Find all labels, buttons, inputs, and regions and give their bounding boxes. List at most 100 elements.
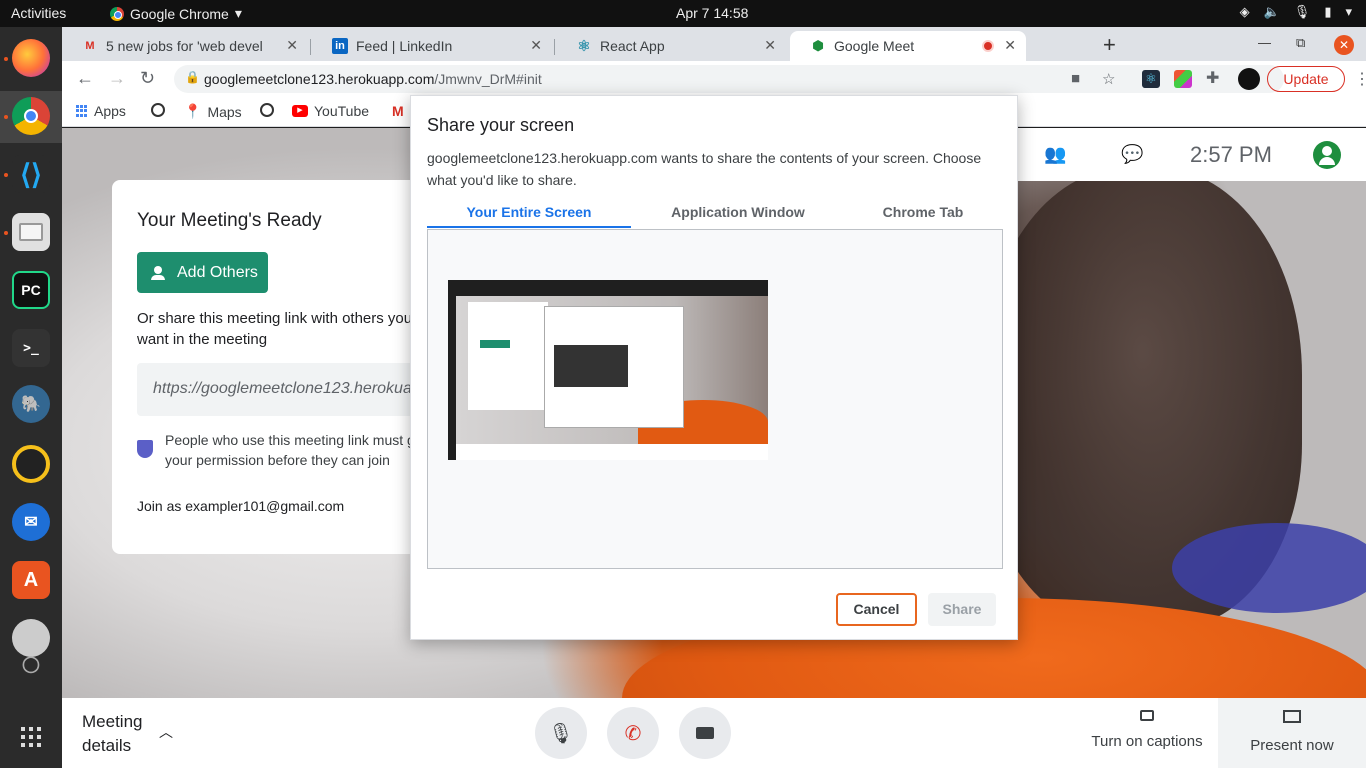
tab-entire-screen[interactable]: Your Entire Screen bbox=[427, 204, 631, 220]
camera-feed-collar bbox=[1172, 523, 1366, 613]
terminal-icon[interactable]: >_ bbox=[12, 329, 50, 367]
close-tab-icon[interactable]: ✕ bbox=[530, 37, 542, 54]
app-menu[interactable]: Google Chrome ▾ bbox=[110, 5, 242, 22]
browser-toolbar: ← → ↻ 🔒 googlemeetclone123.herokuapp.com… bbox=[62, 61, 1366, 97]
microphone-button[interactable]: 🎙 bbox=[535, 707, 587, 759]
captions-label: Turn on captions bbox=[1091, 733, 1203, 750]
profile-avatar[interactable] bbox=[1238, 68, 1260, 90]
volume-icon: 🔈 bbox=[1263, 4, 1280, 19]
gmail-icon: M bbox=[85, 40, 95, 52]
clock[interactable]: Apr 7 14:58 bbox=[676, 5, 748, 21]
files-icon[interactable] bbox=[12, 213, 50, 251]
tab-linkedin[interactable]: in Feed | LinkedIn ✕ bbox=[312, 31, 552, 61]
chrome-icon bbox=[110, 6, 124, 21]
system-tray[interactable]: ◈ 🔈 🎙 ▮ ▾ bbox=[1240, 4, 1352, 20]
close-tab-icon[interactable]: ✕ bbox=[286, 37, 298, 54]
vscode-icon[interactable]: ⟨⟩ bbox=[12, 155, 50, 193]
close-tab-icon[interactable]: ✕ bbox=[1004, 37, 1016, 54]
tab-google-meet[interactable]: ⬢ Google Meet ✕ bbox=[790, 31, 1026, 61]
running-indicator bbox=[4, 115, 8, 119]
url-text: googlemeetclone123.herokuapp.com/Jmwnv_D… bbox=[204, 71, 542, 87]
lock-icon: 🔒 bbox=[185, 70, 200, 84]
phone-hangup-icon: ✆ bbox=[624, 722, 642, 745]
bookmark-gmail[interactable]: M bbox=[392, 103, 404, 119]
chevron-up-icon[interactable]: ︿ bbox=[159, 722, 173, 742]
running-indicator bbox=[4, 173, 8, 177]
rhythmbox-icon[interactable] bbox=[12, 445, 50, 483]
tab-react-app[interactable]: ⚛ React App ✕ bbox=[556, 31, 786, 61]
reload-button[interactable]: ↻ bbox=[140, 68, 155, 89]
microphone-icon: 🎙 bbox=[548, 722, 574, 745]
bookmark-globe-2[interactable] bbox=[260, 103, 274, 117]
maximize-icon[interactable]: ⧉ bbox=[1296, 35, 1305, 51]
present-now-button[interactable]: Present now bbox=[1218, 698, 1366, 768]
share-button[interactable]: Share bbox=[928, 593, 996, 626]
chat-icon[interactable]: 💬 bbox=[1121, 144, 1143, 165]
running-indicator bbox=[4, 57, 8, 61]
close-tab-icon[interactable]: ✕ bbox=[764, 37, 776, 54]
trash-icon[interactable]: ◯ bbox=[12, 649, 50, 679]
bookmark-label: Apps bbox=[94, 103, 126, 119]
share-instructions: Or share this meeting link with others y… bbox=[137, 310, 413, 348]
youtube-icon: ▶ bbox=[292, 105, 308, 117]
shield-icon bbox=[137, 440, 153, 458]
extensions-icon[interactable]: ✚ bbox=[1206, 70, 1224, 88]
meet-top-bar: 👥 💬 2:57 PM bbox=[1018, 128, 1366, 181]
color-extension-icon[interactable] bbox=[1174, 70, 1192, 88]
system-top-bar: Activities Google Chrome ▾ Apr 7 14:58 ◈… bbox=[0, 0, 1366, 27]
tab-title: React App bbox=[600, 38, 665, 54]
globe-icon bbox=[260, 103, 274, 117]
caret-down-icon: ▾ bbox=[234, 5, 242, 21]
pycharm-icon[interactable]: PC bbox=[12, 271, 50, 309]
back-button[interactable]: ← bbox=[76, 68, 94, 89]
gmail-icon: M bbox=[392, 103, 404, 119]
bookmark-apps[interactable]: Apps bbox=[76, 103, 126, 119]
forward-button[interactable]: → bbox=[108, 68, 126, 89]
new-tab-button[interactable]: + bbox=[1103, 32, 1116, 58]
minimize-icon[interactable]: — bbox=[1258, 35, 1271, 50]
activities-button[interactable]: Activities bbox=[11, 5, 66, 21]
camera-icon[interactable]: ■ bbox=[1071, 70, 1080, 87]
globe-icon bbox=[151, 103, 165, 117]
firefox-icon[interactable] bbox=[12, 39, 50, 77]
user-avatar-icon[interactable] bbox=[1313, 141, 1341, 169]
add-others-button[interactable]: Add Others bbox=[137, 252, 268, 293]
entire-screen-thumbnail[interactable] bbox=[448, 280, 768, 460]
bookmark-globe[interactable] bbox=[151, 103, 165, 117]
meeting-details-button[interactable]: Meeting details bbox=[82, 710, 152, 758]
tab-chrome-tab[interactable]: Chrome Tab bbox=[839, 204, 1007, 220]
update-button[interactable]: Update bbox=[1267, 66, 1345, 92]
postgres-icon[interactable]: 🐘 bbox=[12, 385, 50, 423]
address-bar[interactable]: 🔒 googlemeetclone123.herokuapp.com/Jmwnv… bbox=[174, 65, 1284, 93]
linkedin-icon: in bbox=[332, 38, 348, 54]
close-window-button[interactable]: ✕ bbox=[1334, 35, 1354, 55]
bookmark-maps[interactable]: 📍 Maps bbox=[184, 103, 242, 120]
meet-bottom-bar: Meeting details ︿ 🎙 ✆ Turn on captions P… bbox=[62, 698, 1366, 768]
running-indicator bbox=[4, 231, 8, 235]
cancel-button[interactable]: Cancel bbox=[836, 593, 917, 626]
chrome-icon[interactable] bbox=[12, 97, 50, 135]
app-menu-label: Google Chrome bbox=[130, 5, 229, 22]
wifi-icon: ◈ bbox=[1239, 4, 1250, 19]
bookmark-youtube[interactable]: ▶ YouTube bbox=[292, 103, 369, 119]
video-camera-icon bbox=[696, 727, 714, 739]
people-icon[interactable]: 👥 bbox=[1044, 144, 1066, 165]
tab-application-window[interactable]: Application Window bbox=[639, 204, 837, 220]
apps-grid-icon bbox=[76, 105, 88, 117]
more-menu-icon[interactable]: ⋮ bbox=[1354, 69, 1366, 89]
tab-divider bbox=[554, 39, 555, 55]
bookmark-label: Maps bbox=[207, 103, 242, 120]
bookmark-star-icon[interactable]: ☆ bbox=[1102, 70, 1115, 88]
mic-icon: 🎙 bbox=[1293, 4, 1311, 19]
software-icon[interactable]: A bbox=[12, 561, 50, 599]
captions-button[interactable]: Turn on captions bbox=[1090, 710, 1204, 750]
permission-note: People who use this meeting link must ge… bbox=[137, 430, 437, 470]
tab-gmail[interactable]: M 5 new jobs for 'web devel ✕ bbox=[62, 31, 308, 61]
react-devtools-icon[interactable]: ⚛ bbox=[1142, 70, 1160, 88]
show-apps-icon[interactable] bbox=[21, 727, 41, 747]
permission-text: People who use this meeting link must ge… bbox=[165, 432, 427, 468]
camera-button[interactable] bbox=[679, 707, 731, 759]
tab-divider bbox=[310, 39, 311, 55]
hang-up-button[interactable]: ✆ bbox=[607, 707, 659, 759]
thunderbird-icon[interactable]: ✉ bbox=[12, 503, 50, 541]
